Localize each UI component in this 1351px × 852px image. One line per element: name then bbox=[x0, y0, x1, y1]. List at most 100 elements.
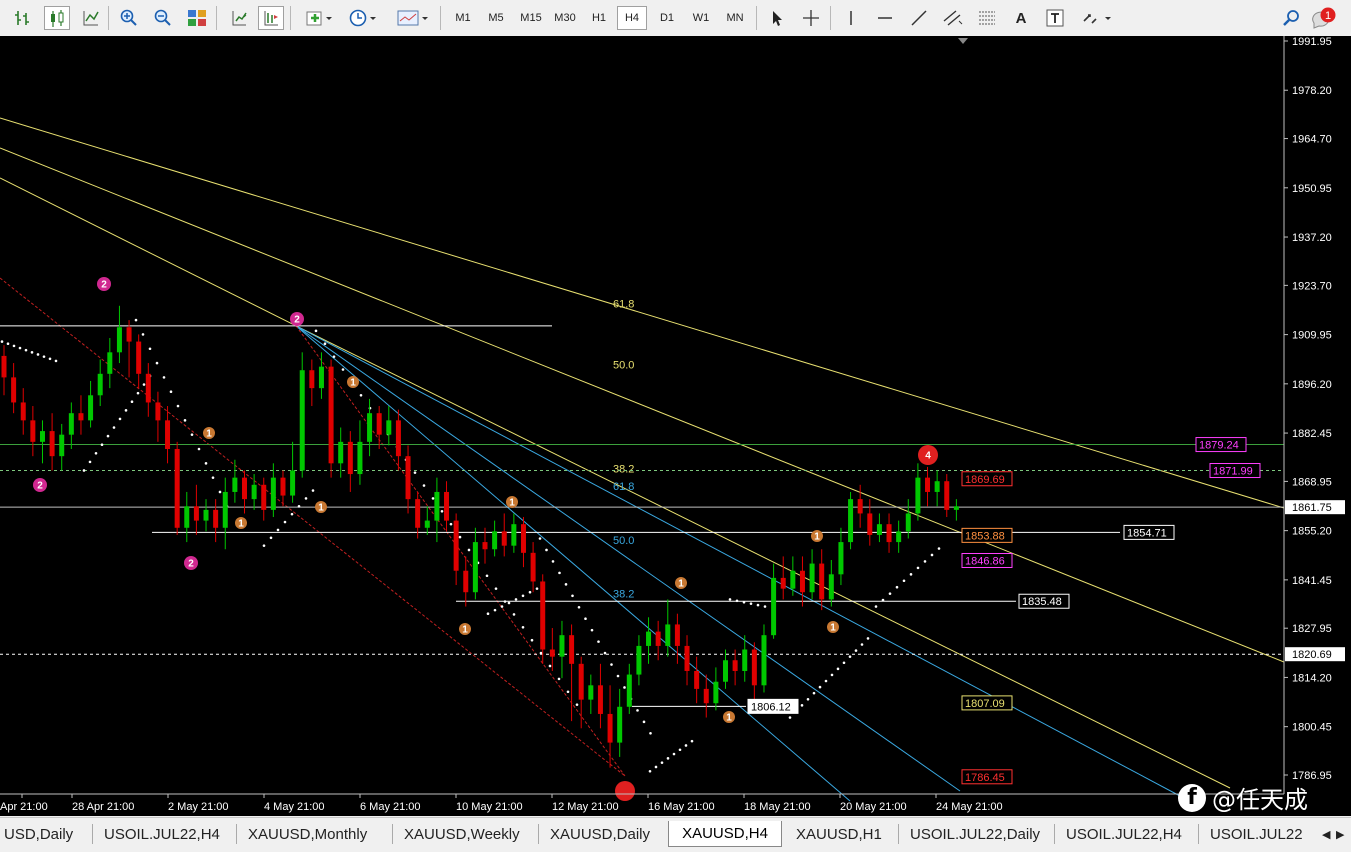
text-label-icon[interactable] bbox=[1042, 6, 1068, 30]
price-marker-1820: 1820.69 bbox=[1285, 647, 1345, 662]
wave-label-1-3-text: 1 bbox=[318, 503, 324, 514]
sar-dot bbox=[269, 536, 273, 540]
sar-dot bbox=[304, 497, 308, 500]
equidistant-channel-icon[interactable] bbox=[940, 6, 966, 30]
sar-dot bbox=[162, 376, 166, 379]
sar-dot bbox=[100, 443, 104, 447]
time-axis-label: 6 May 21:00 bbox=[360, 801, 421, 813]
sar-dot bbox=[494, 587, 498, 590]
candlestick-chart-icon[interactable] bbox=[44, 6, 70, 30]
cursor-icon[interactable] bbox=[764, 6, 790, 30]
sar-dot bbox=[930, 553, 934, 557]
timeframe-m1-button[interactable]: M1 bbox=[448, 6, 478, 30]
tab-usoil-h4-2[interactable]: USOIL.JUL22,H4 bbox=[1062, 821, 1186, 847]
candle-body bbox=[703, 688, 709, 704]
sar-dot bbox=[283, 520, 287, 524]
sar-dot bbox=[610, 663, 613, 666]
tab-separator bbox=[92, 824, 93, 844]
wave-label-1-8-text: 1 bbox=[814, 532, 820, 543]
timeframe-h1-button[interactable]: H1 bbox=[584, 6, 614, 30]
arrows-shapes-icon[interactable] bbox=[1078, 6, 1114, 30]
sar-dot bbox=[684, 744, 688, 747]
crosshair-icon[interactable] bbox=[798, 6, 824, 30]
tab-usoil-more[interactable]: USOIL.JUL22 bbox=[1206, 821, 1307, 847]
timeframe-m5-button[interactable]: M5 bbox=[481, 6, 511, 30]
price-label-1846-text: 1846.86 bbox=[965, 555, 1005, 567]
time-axis-label: 18 May 21:00 bbox=[744, 801, 811, 813]
zoom-in-icon[interactable] bbox=[116, 6, 142, 30]
vertical-line-icon[interactable] bbox=[838, 6, 864, 30]
sar-dot bbox=[24, 348, 28, 352]
toolbar-separator bbox=[216, 6, 217, 30]
text-tool-icon[interactable]: A bbox=[1008, 6, 1034, 30]
tab-usoil-h4[interactable]: USOIL.JUL22,H4 bbox=[100, 821, 224, 847]
tab-separator bbox=[392, 824, 393, 844]
sar-dot bbox=[134, 318, 138, 322]
candle-body bbox=[88, 395, 94, 421]
toolbar-separator bbox=[830, 6, 831, 30]
candle-body bbox=[819, 563, 825, 600]
candle-body bbox=[944, 481, 950, 510]
indicators-icon[interactable] bbox=[302, 6, 336, 30]
sar-dot bbox=[888, 592, 892, 595]
candle-body bbox=[540, 581, 546, 650]
search-icon[interactable] bbox=[1278, 6, 1304, 30]
timeframe-m15-button[interactable]: M15 bbox=[516, 6, 546, 30]
price-label-1807: 1807.09 bbox=[961, 695, 1013, 711]
tab-usoil-daily[interactable]: USOIL.JUL22,Daily bbox=[906, 821, 1044, 847]
candle-body bbox=[626, 674, 632, 707]
sar-dot bbox=[575, 703, 579, 706]
fib-label-yellow-618: 61.8 bbox=[613, 299, 634, 311]
tab-xauusd-monthly[interactable]: XAUUSD,Monthly bbox=[244, 821, 371, 847]
candle-body bbox=[434, 491, 440, 521]
tab-xauusd-daily[interactable]: XAUUSD,Daily bbox=[546, 821, 654, 847]
line-chart-icon[interactable] bbox=[78, 6, 104, 30]
tab-usd-daily[interactable]: USD,Daily bbox=[0, 821, 77, 847]
tab-scroll-right-icon[interactable]: ▶ bbox=[1332, 821, 1348, 847]
candle-body bbox=[11, 377, 17, 403]
timeframe-mn-button[interactable]: MN bbox=[720, 6, 750, 30]
zoom-out-icon[interactable] bbox=[150, 6, 176, 30]
candle-body bbox=[222, 491, 228, 528]
price-label-1853: 1853.88 bbox=[961, 527, 1013, 543]
sar-dot bbox=[197, 447, 201, 451]
candle-body bbox=[376, 413, 382, 435]
timeframe-w1-button[interactable]: W1 bbox=[686, 6, 716, 30]
chart-shift-icon[interactable] bbox=[226, 6, 252, 30]
timeframe-d1-button[interactable]: D1 bbox=[652, 6, 682, 30]
periods-clock-icon[interactable] bbox=[346, 6, 380, 30]
sar-dot bbox=[895, 585, 899, 589]
candle-body bbox=[511, 524, 517, 546]
wave-label-1-1-text: 1 bbox=[206, 429, 212, 440]
sar-dot bbox=[916, 566, 920, 570]
candle-body bbox=[280, 477, 286, 496]
candle-body bbox=[896, 531, 902, 543]
tile-windows-icon[interactable] bbox=[184, 6, 210, 30]
fibonacci-retracement-icon[interactable] bbox=[974, 6, 1000, 30]
sar-dot bbox=[538, 537, 542, 540]
price-chart[interactable]: 61.8 50.0 38.2 61.8 50.0 38.2 2 2 2 2 1 1 1 1 1 1 1 1 1 1 4… bbox=[0, 36, 1351, 816]
sar-dot bbox=[521, 626, 525, 629]
candle-body bbox=[732, 660, 738, 671]
sar-dot bbox=[623, 686, 626, 689]
sar-dot bbox=[42, 355, 46, 358]
toolbar-separator bbox=[440, 6, 441, 30]
auto-scroll-icon[interactable] bbox=[258, 6, 284, 30]
candle-body bbox=[751, 649, 757, 686]
bar-chart-icon[interactable] bbox=[10, 6, 36, 30]
tab-xauusd-h1[interactable]: XAUUSD,H1 bbox=[792, 821, 886, 847]
notification-icon[interactable]: 1 bbox=[1310, 6, 1336, 30]
wave-label-2-b: 2 bbox=[290, 312, 304, 326]
sar-dot bbox=[136, 391, 140, 395]
timeframe-h4-button[interactable]: H4 bbox=[617, 6, 647, 30]
trendline-icon[interactable] bbox=[906, 6, 932, 30]
candle-body bbox=[674, 624, 680, 646]
timeframe-m30-button[interactable]: M30 bbox=[550, 6, 580, 30]
tab-xauusd-h4[interactable]: XAUUSD,H4 bbox=[668, 821, 782, 847]
tab-xauusd-weekly[interactable]: XAUUSD,Weekly bbox=[400, 821, 524, 847]
wave-label-1-0: 1 bbox=[347, 376, 359, 389]
wave-label-2-c-text: 2 bbox=[37, 481, 43, 492]
horizontal-line-icon[interactable] bbox=[872, 6, 898, 30]
templates-icon[interactable] bbox=[394, 6, 432, 30]
candle-body bbox=[934, 481, 940, 492]
